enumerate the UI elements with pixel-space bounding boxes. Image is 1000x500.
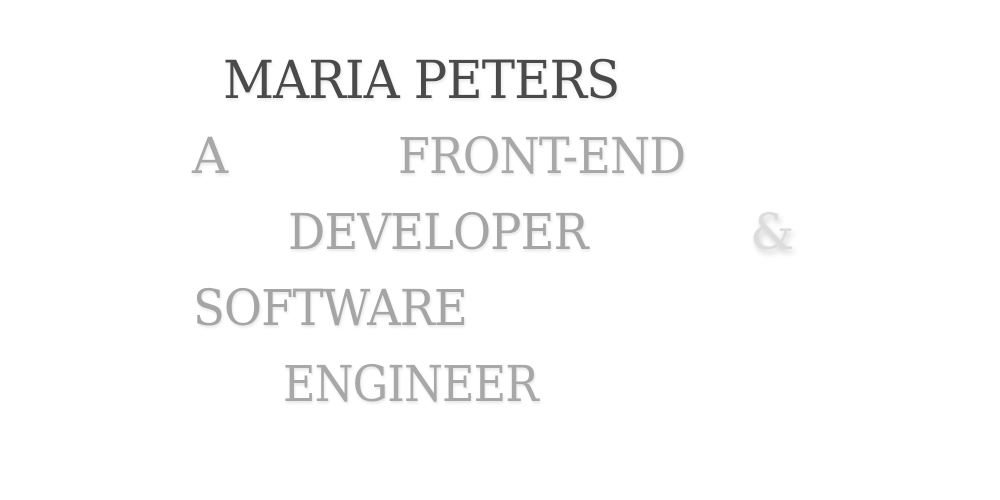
hero-name: MARIA PETERS (223, 51, 620, 111)
tagline-word-software: SOFTWARE (193, 279, 468, 337)
tagline-word-front-end: FRONT-END (398, 127, 686, 185)
tagline-word-developer: DEVELOPER (288, 203, 589, 261)
hero-section: MARIA PETERS A FRONT-END DEVELOPER & SOF… (0, 0, 1000, 500)
tagline-word-engineer: ENGINEER (283, 355, 539, 413)
tagline-word-a: A (192, 127, 228, 185)
tagline-ampersand: & (750, 203, 795, 261)
